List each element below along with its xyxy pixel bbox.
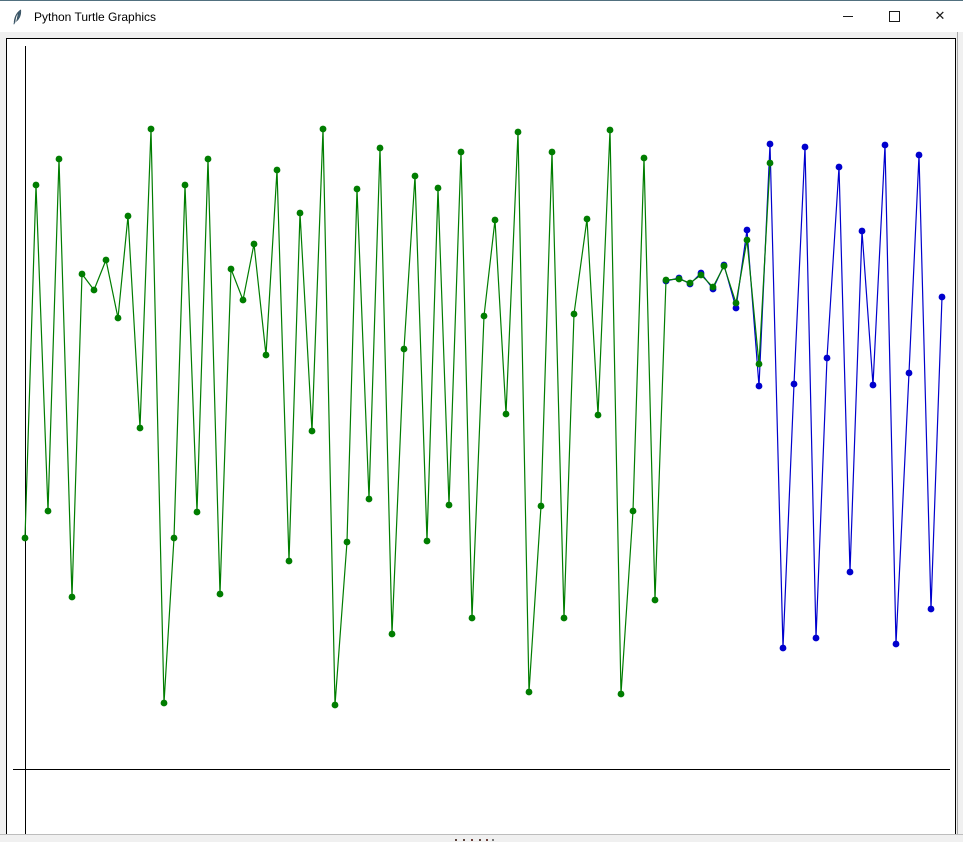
python-turtle-graphics-window: Python Turtle Graphics ✕ [0, 0, 963, 842]
window-bottom-edge [0, 834, 963, 842]
maximize-button[interactable] [871, 1, 917, 32]
window-title: Python Turtle Graphics [34, 10, 156, 24]
titlebar[interactable]: Python Turtle Graphics ✕ [0, 1, 963, 32]
close-icon: ✕ [935, 10, 946, 23]
python-feather-icon [10, 9, 26, 25]
turtle-canvas [6, 38, 956, 835]
maximize-icon [889, 11, 900, 22]
minimize-icon [843, 16, 853, 17]
cropped-bottom-artifact [455, 839, 457, 841]
window-controls: ✕ [825, 1, 963, 32]
window-right-edge [957, 32, 963, 835]
close-button[interactable]: ✕ [917, 1, 963, 32]
minimize-button[interactable] [825, 1, 871, 32]
